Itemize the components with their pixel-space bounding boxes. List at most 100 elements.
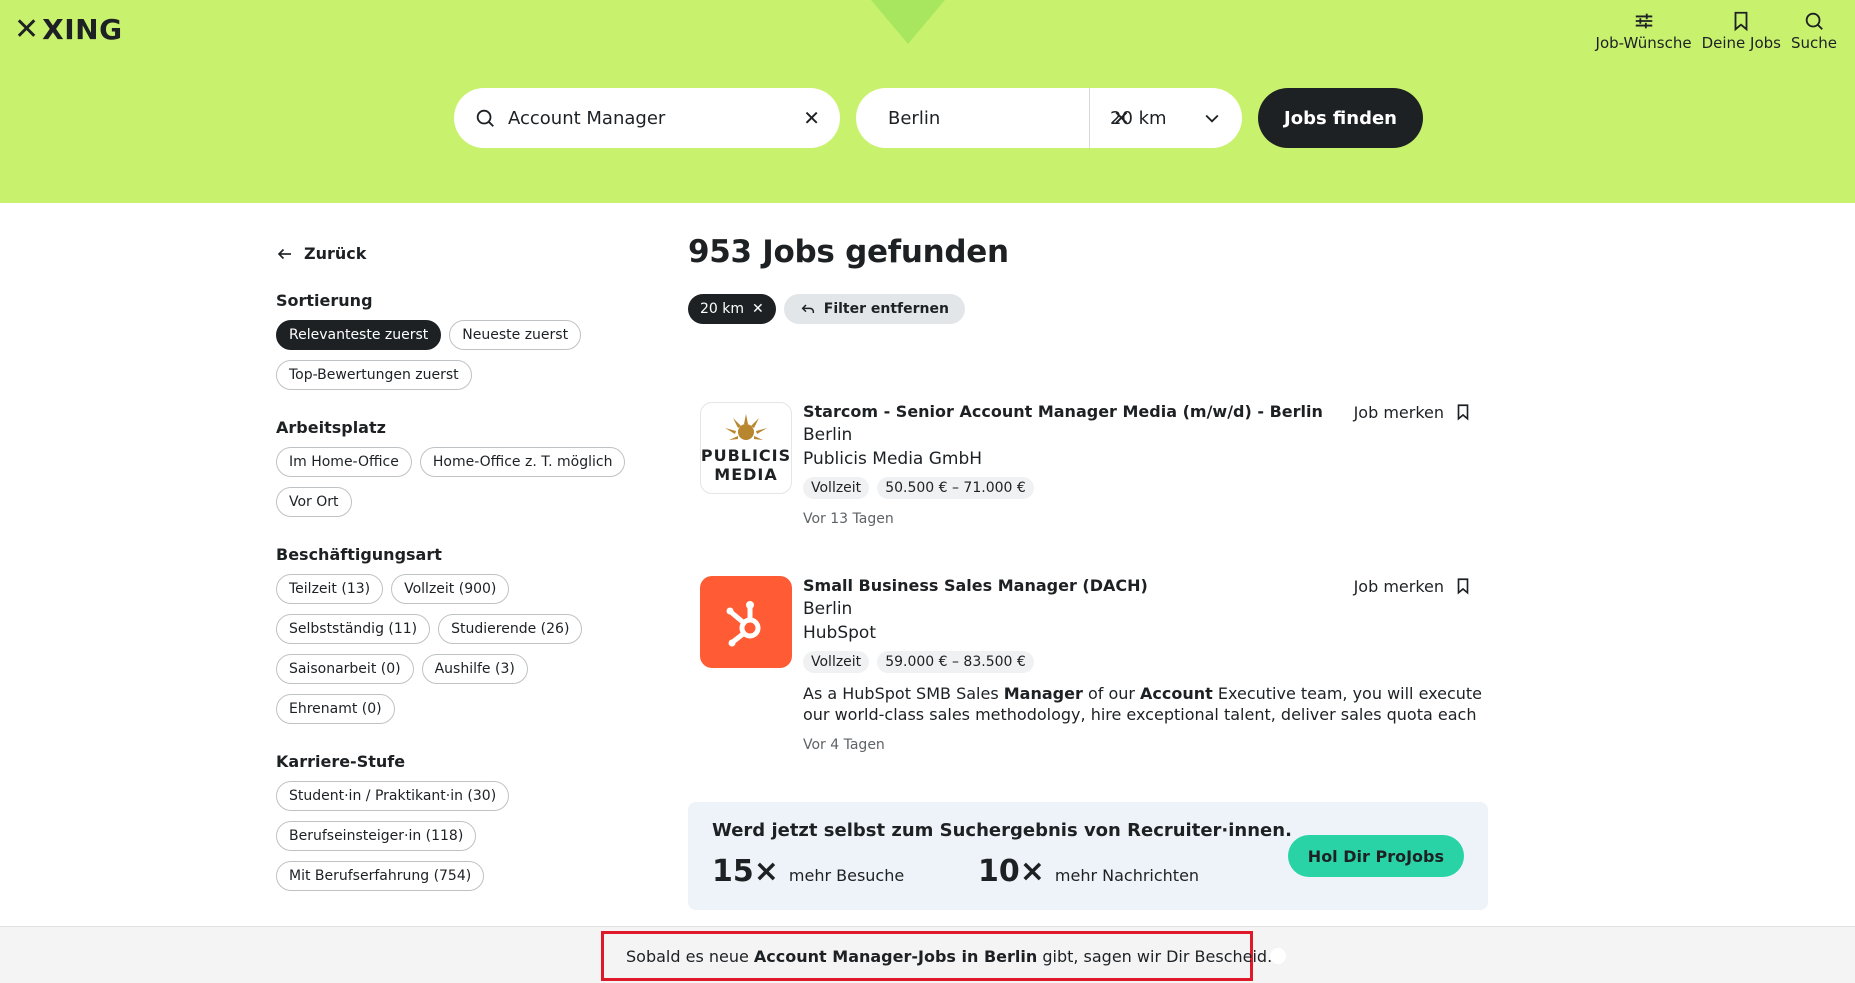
save-job-label: Job merken [1353,576,1444,596]
bookmark-icon [1734,11,1748,32]
chip-on-site[interactable]: Vor Ort [276,487,352,517]
save-job-label: Job merken [1353,402,1444,422]
job-alert-text: Sobald es neue Account Manager-Jobs in B… [626,947,1272,966]
section-title-career-level: Karriere-Stufe [276,752,406,771]
job-date: Vor 13 Tagen [803,511,894,527]
career-chips: Student·in / Praktikant·in (30) Berufsei… [276,781,636,891]
location-input[interactable] [888,107,1113,129]
nav-label: Job-Wünsche [1595,34,1692,52]
job-date: Vor 4 Tagen [803,737,885,753]
desc-highlight: Manager [1003,684,1083,703]
keyword-field[interactable]: ✕ [454,88,840,148]
promo-title: Werd jetzt selbst zum Suchergebnis von R… [712,820,1292,841]
tag-salary: 50.500 € – 71.000 € [877,477,1034,499]
save-job-button[interactable]: Job merken [1354,576,1472,596]
chip-seasonal[interactable]: Saisonarbeit (0) [276,654,414,684]
section-title-employment-type: Beschäftigungsart [276,545,442,564]
search-icon [1805,12,1823,30]
job-tags: Vollzeit 59.000 € – 83.500 € [803,651,1483,673]
remove-filters-button[interactable]: Filter entfernen [783,294,965,324]
job-city: Berlin [803,425,853,445]
chip-sort-newest[interactable]: Neueste zuerst [449,320,582,350]
logo-text: XING [42,13,123,46]
save-job-button[interactable]: Job merken [1354,402,1472,422]
projobs-promo: Werd jetzt selbst zum Suchergebnis von R… [688,802,1488,910]
clear-keyword-icon[interactable]: ✕ [803,106,820,130]
tag-employment: Vollzeit [803,477,870,499]
chip-experienced[interactable]: Mit Berufserfahrung (754) [276,861,485,891]
bookmark-icon [1457,404,1469,421]
back-link[interactable]: Zurück [276,244,636,263]
desc-text: of our [1082,684,1141,703]
xing-logo[interactable]: ✕ XING [14,12,123,47]
job-city: Berlin [803,599,853,619]
chip-volunteer[interactable]: Ehrenamt (0) [276,694,395,724]
back-label: Zurück [304,244,367,263]
chip-sort-top-rated[interactable]: Top-Bewertungen zuerst [276,360,472,390]
chip-self-employed[interactable]: Selbstständig (11) [276,614,431,644]
logo-line-1: PUBLICIS [700,446,792,465]
job-company: HubSpot [803,623,876,643]
find-jobs-button[interactable]: Jobs finden [1258,88,1423,148]
job-alert-bar: Sobald es neue Account Manager-Jobs in B… [0,926,1855,983]
section-title-workplace: Arbeitsplatz [276,418,386,437]
company-logo-publicis: PUBLICIS MEDIA [700,402,792,494]
results-main: 953 Jobs gefunden 20 km ✕ Filter entfern… [688,234,1488,910]
arrow-left-icon [277,248,291,259]
get-projobs-button[interactable]: Hol Dir ProJobs [1287,835,1464,877]
nav-your-jobs[interactable]: Deine Jobs [1702,10,1781,52]
active-filter-label: 20 km [700,301,745,317]
chip-part-time[interactable]: Teilzeit (13) [276,574,384,604]
job-alert-box: Sobald es neue Account Manager-Jobs in B… [601,931,1287,981]
logo-line-2: MEDIA [714,465,778,484]
job-company: Publicis Media GmbH [803,449,983,469]
remove-filter-icon[interactable]: ✕ [752,301,764,317]
decorative-triangle [866,0,950,44]
location-field: ✕ 20 km [856,88,1242,148]
tag-salary: 59.000 € – 83.500 € [877,651,1034,673]
search-icon [476,109,494,127]
company-logo-hubspot [700,576,792,668]
header-banner: ✕ XING Job-Wünsche Deine Jobs Suche ✕ ✕ [0,0,1855,203]
active-filter-radius[interactable]: 20 km ✕ [688,294,776,324]
chevron-down-icon [1205,114,1219,123]
xing-logo-icon: ✕ [14,12,39,47]
chip-home-office[interactable]: Im Home-Office [276,447,412,477]
job-description: As a HubSpot SMB Sales Manager of our Ac… [803,683,1483,725]
radius-value: 20 km [1110,107,1167,129]
sorting-chips: Relevanteste zuerst Neueste zuerst Top-B… [276,320,636,390]
location-part: ✕ [876,88,1130,148]
chip-students[interactable]: Studierende (26) [438,614,583,644]
desc-highlight: Account [1140,684,1213,703]
promo-stat-visits: 15× mehr Besuche [712,854,904,889]
search-bar: ✕ ✕ 20 km Jobs finden [454,88,1423,148]
active-filters: 20 km ✕ Filter entfernen [688,294,1488,324]
section-title-sorting: Sortierung [276,291,373,310]
chip-sort-relevance[interactable]: Relevanteste zuerst [276,320,442,350]
bookmark-icon [1457,578,1469,595]
tag-employment: Vollzeit [803,651,870,673]
employment-chips: Teilzeit (13) Vollzeit (900) Selbstständ… [276,574,636,724]
nav-job-wishes[interactable]: Job-Wünsche [1596,10,1692,52]
chip-student-intern[interactable]: Student·in / Praktikant·in (30) [276,781,510,811]
chip-entry-level[interactable]: Berufseinsteiger·in (118) [276,821,477,851]
promo-number: 10× [978,854,1045,889]
sliders-icon [1635,13,1652,29]
promo-label: mehr Nachrichten [1054,866,1200,885]
job-body: Small Business Sales Manager (DACH) Berl… [803,576,1483,753]
chip-full-time[interactable]: Vollzeit (900) [391,574,510,604]
radius-select[interactable]: 20 km [1090,108,1222,129]
chip-partial-home-office[interactable]: Home-Office z. T. möglich [419,447,626,477]
top-nav: Job-Wünsche Deine Jobs Suche [1596,10,1837,52]
result-count: 953 Jobs gefunden [688,234,1009,270]
alert-text: gibt, sagen wir Dir Bescheid. [1037,946,1273,966]
remove-filters-label: Filter entfernen [823,301,949,317]
keyword-input[interactable] [508,107,804,129]
nav-label: Deine Jobs [1701,34,1781,52]
nav-label: Suche [1790,34,1837,52]
chip-temp[interactable]: Aushilfe (3) [421,654,528,684]
hubspot-sprocket-icon [726,601,761,647]
nav-search[interactable]: Suche [1791,10,1837,52]
desc-text: As a HubSpot SMB Sales [803,684,1004,703]
job-tags: Vollzeit 50.500 € – 71.000 € [803,477,1483,499]
